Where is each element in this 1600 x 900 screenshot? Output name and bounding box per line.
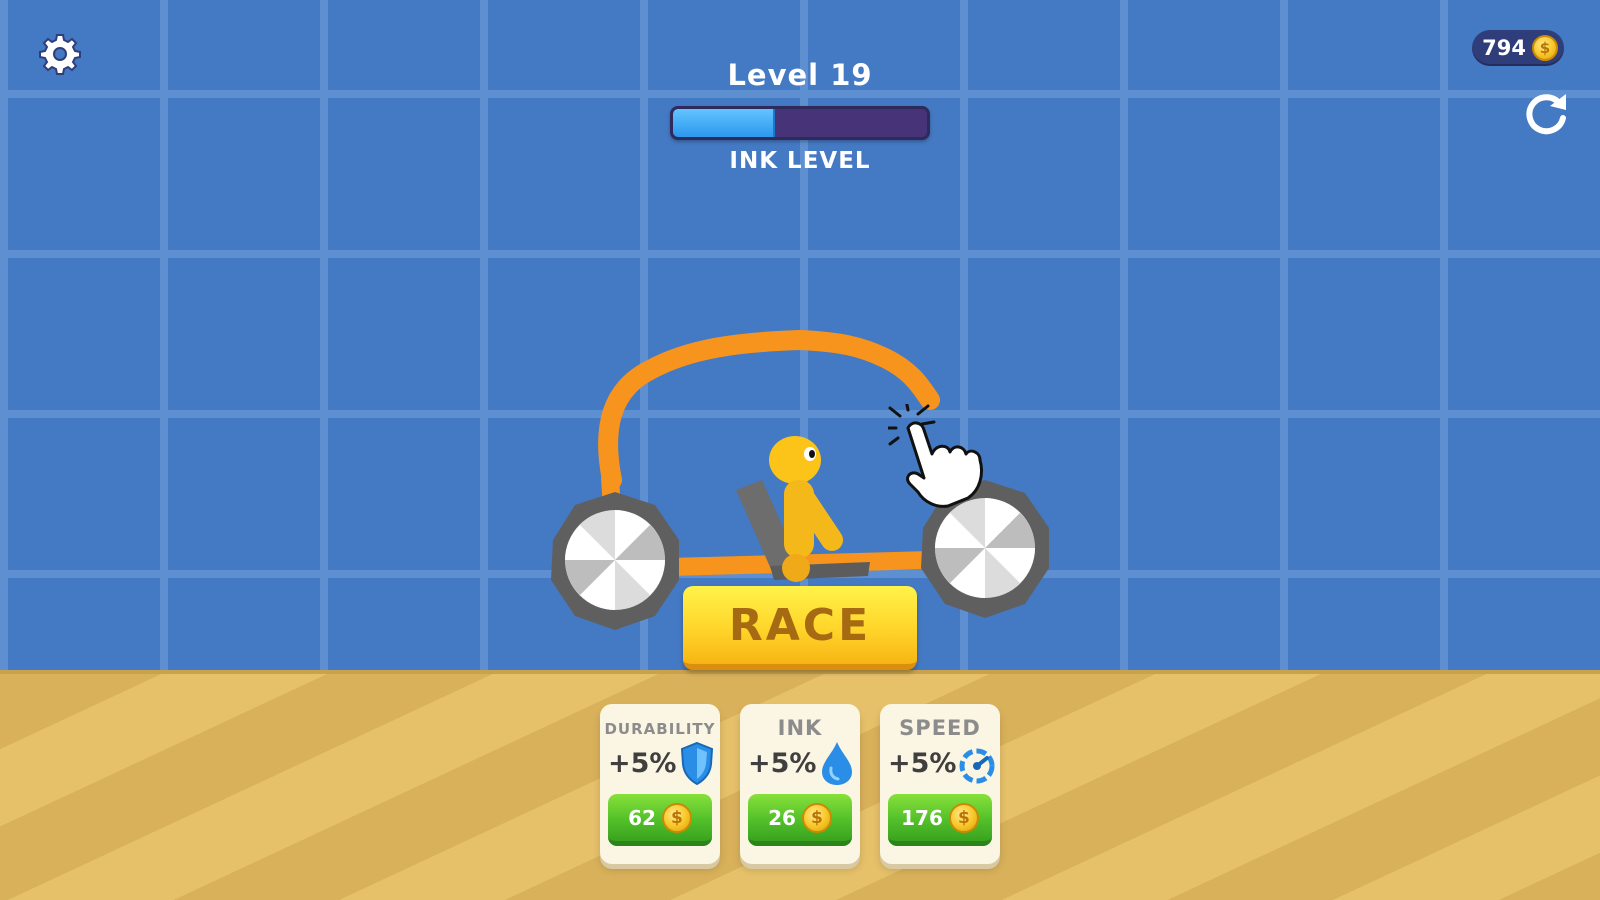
upgrade-title: INK	[777, 716, 823, 740]
buy-durability-button[interactable]: 62 $	[608, 794, 712, 846]
upgrade-price: 62	[628, 805, 656, 830]
coin-counter: 794 $	[1472, 30, 1564, 66]
tap-hand-icon	[884, 398, 1008, 514]
left-wheel	[551, 492, 679, 630]
ink-level-label: INK LEVEL	[729, 148, 871, 174]
level-title: Level 19	[727, 58, 873, 92]
coin-icon: $	[661, 802, 692, 833]
upgrade-bonus: +5%	[608, 748, 677, 779]
buy-ink-button[interactable]: 26 $	[748, 794, 852, 846]
shield-icon	[678, 740, 716, 786]
upgrade-price: 26	[768, 805, 796, 830]
race-button[interactable]: RACE	[683, 586, 917, 670]
upgrade-price: 176	[901, 805, 943, 830]
buy-speed-button[interactable]: 176 $	[888, 794, 992, 846]
speedometer-icon	[958, 740, 996, 786]
ink-drop-icon	[818, 740, 856, 786]
upgrade-card-speed: SPEED +5% 176 $	[880, 704, 1000, 864]
coin-icon: $	[801, 802, 832, 833]
upgrade-card-durability: DURABILITY +5% 62 $	[600, 704, 720, 864]
coin-icon: $	[948, 802, 979, 833]
upgrade-bonus: +5%	[888, 748, 957, 779]
settings-gear-icon[interactable]	[38, 32, 82, 76]
upgrade-card-ink: INK +5% 26 $	[740, 704, 860, 864]
ink-level-bar	[670, 106, 930, 140]
coin-icon: $	[1532, 35, 1558, 61]
ink-level-fill	[673, 109, 775, 137]
ground-edge	[0, 670, 1600, 674]
upgrade-title: SPEED	[899, 716, 981, 740]
upgrade-bonus: +5%	[748, 748, 817, 779]
coin-count: 794	[1482, 36, 1526, 60]
upgrade-title: DURABILITY	[604, 720, 716, 738]
race-button-label: RACE	[728, 599, 872, 651]
restart-icon[interactable]	[1522, 88, 1572, 138]
